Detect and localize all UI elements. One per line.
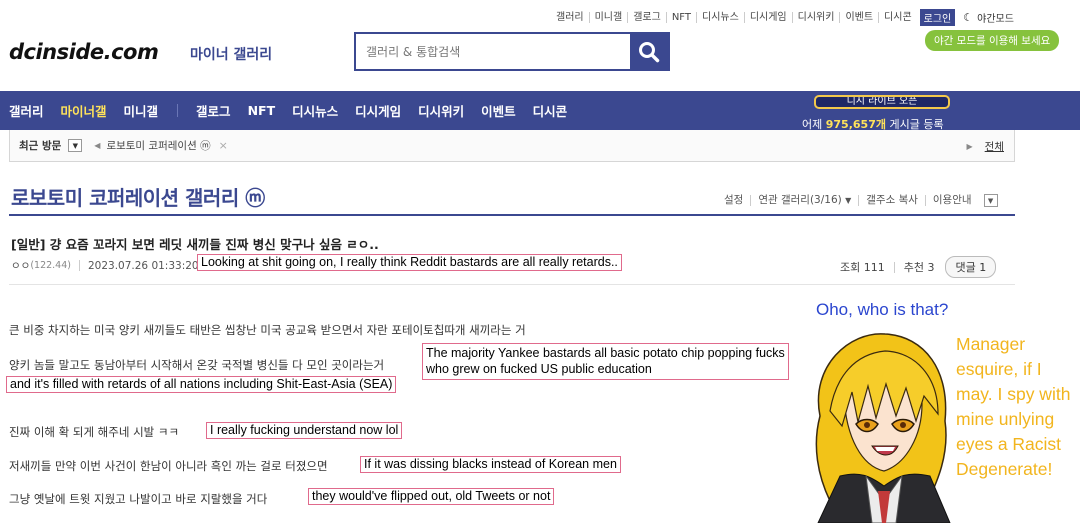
top-utility-links: 갤러리 미니갤 갤로그 NFT 디시뉴스 디시게임 디시위키 이벤트 디시콘 로… <box>556 9 1014 26</box>
gallery-tools: 설정 연관 갤러리(3/16) ▼ 갤주소 복사 이용안내 ▼ <box>724 194 998 207</box>
top-link-dcgame[interactable]: 디시게임 <box>745 12 793 23</box>
chevron-left-icon[interactable]: ◀ <box>94 141 100 150</box>
recent-visits-title: 최근 방문 <box>19 140 62 152</box>
translation-3: I really fucking understand now lol <box>206 422 403 439</box>
nav-mini-gallery[interactable]: 미니갤 <box>124 101 159 120</box>
overlay-manager-caption: Manager esquire, if I may. I spy with mi… <box>956 334 1071 479</box>
translation-title: Looking at shit going on, I really think… <box>197 254 622 271</box>
meta-divider <box>78 260 80 271</box>
caret-down-icon: ▼ <box>845 196 852 205</box>
post-author[interactable]: ㅇㅇ <box>11 258 30 273</box>
post-title: [일반] 걍 요즘 꼬라지 보면 레딧 새끼들 진짜 병신 맞구나 싶음 ㄹㅇ.… <box>11 237 379 252</box>
nav-divider <box>177 104 179 117</box>
post-body-line-2: 양키 놈들 말고도 동남아부터 시작해서 온갖 국적별 병신들 다 모인 곳이라… <box>9 358 385 372</box>
recent-visits-bar: 최근 방문 ▼ ◀ 로보토미 코퍼레이션 ⓜ × ▶ 전체 <box>9 130 1015 162</box>
nav-dcgame[interactable]: 디시게임 <box>355 101 401 120</box>
post-count-prefix: 어제 <box>802 118 826 130</box>
chevron-down-icon: ▼ <box>72 141 78 150</box>
nav-minor-gallery[interactable]: 마이너갤 <box>61 101 107 120</box>
comment-count-button[interactable]: 댓글 1 <box>945 256 997 278</box>
search-icon <box>639 41 660 62</box>
chevron-right-icon[interactable]: ▶ <box>967 142 973 151</box>
search-button[interactable] <box>630 34 668 69</box>
search-input[interactable] <box>356 34 630 69</box>
night-mode-button[interactable]: 야간모드 <box>977 10 1014 25</box>
top-link-dccon[interactable]: 디시콘 <box>879 12 917 23</box>
post-body-line-4: 저새끼들 만약 이번 사건이 한남이 아니라 흑인 까는 걸로 터졌으면 <box>9 459 328 473</box>
chevron-down-icon: ▼ <box>987 196 994 205</box>
post-views: 조회 111 <box>840 261 895 273</box>
nav-dcnews[interactable]: 디시뉴스 <box>292 101 338 120</box>
post-count-suffix: 게시글 등록 <box>885 118 944 130</box>
site-logo[interactable]: dcinside.com <box>9 40 159 64</box>
gallery-tools-dropdown[interactable]: ▼ <box>983 194 998 207</box>
nav-dcwiki[interactable]: 디시위키 <box>418 101 464 120</box>
search-box <box>354 32 670 71</box>
post-recommend-count: 추천 3 <box>903 260 935 274</box>
top-link-dcwiki[interactable]: 디시위키 <box>793 12 841 23</box>
top-link-nft[interactable]: NFT <box>667 12 697 23</box>
login-button[interactable]: 로그인 <box>919 9 956 26</box>
minor-gallery-logo[interactable]: 마이너 갤러리 <box>190 44 272 64</box>
top-link-gallery[interactable]: 갤러리 <box>556 12 590 23</box>
moon-icon[interactable]: ☾ <box>963 11 973 24</box>
translation-1: The majority Yankee bastards all basic p… <box>422 343 789 380</box>
recent-visits-dropdown[interactable]: ▼ <box>68 139 83 152</box>
night-mode-tooltip: 야간 모드를 이용해 보세요 <box>925 30 1060 51</box>
nav-event[interactable]: 이벤트 <box>481 101 516 120</box>
top-link-dcnews[interactable]: 디시뉴스 <box>697 12 745 23</box>
recent-visit-item[interactable]: 로보토미 코퍼레이션 ⓜ <box>106 138 210 153</box>
post-stats: 조회 111 추천 3 댓글 1 <box>840 256 997 278</box>
post-body-line-5: 그냥 옛날에 트윗 지웠고 나발이고 바로 지랄했을 거다 <box>9 492 268 506</box>
close-icon[interactable]: × <box>219 139 228 152</box>
copy-gallery-url-link[interactable]: 갤주소 복사 <box>859 195 926 206</box>
gallery-settings-link[interactable]: 설정 <box>724 195 752 206</box>
translation-5: they would've flipped out, old Tweets or… <box>308 488 555 505</box>
post-date: 2023.07.26 01:33:20 <box>87 259 199 272</box>
related-galleries-label: 연관 갤러리(3/16) <box>758 194 842 206</box>
gallery-header-divider <box>9 214 1015 216</box>
post-body-line-3: 진짜 이해 확 되게 해주네 시발 ㅋㅋ <box>9 425 180 439</box>
recent-visits-all-link[interactable]: 전체 <box>985 139 1004 154</box>
nav-dccon[interactable]: 디시콘 <box>533 101 568 120</box>
top-link-event[interactable]: 이벤트 <box>840 12 880 23</box>
anime-character-illustration <box>815 333 951 523</box>
nav-gallery[interactable]: 갤러리 <box>9 101 44 120</box>
gallery-title[interactable]: 로보토미 코퍼레이션 갤러리 ⓜ <box>11 182 265 211</box>
translation-1-line-2: who grew on fucked US public education <box>426 362 652 376</box>
top-link-gallog[interactable]: 갤로그 <box>628 12 667 23</box>
nav-gallog[interactable]: 갤로그 <box>196 101 231 120</box>
main-navbar: 갤러리 마이너갤 미니갤 갤로그 NFT 디시뉴스 디시게임 디시위키 이벤트 … <box>0 91 1080 130</box>
nav-nft[interactable]: NFT <box>248 103 276 118</box>
post-body-line-1: 큰 비중 차지하는 미국 양키 새끼들도 태반은 씹창난 미국 공교육 받으면서… <box>9 323 526 337</box>
post-count-ticker: 어제 975,657개 게시글 등록 <box>802 118 944 130</box>
overlay-oho-caption: Oho, who is that? <box>816 300 949 319</box>
post-meta-divider <box>9 284 1015 285</box>
post-count-value: 975,657개 <box>825 118 886 130</box>
top-link-minigal[interactable]: 미니갤 <box>590 12 629 23</box>
translation-4: If it was dissing blacks instead of Kore… <box>360 456 621 473</box>
translation-1-line-1: The majority Yankee bastards all basic p… <box>426 346 785 360</box>
related-galleries-link[interactable]: 연관 갤러리(3/16) ▼ <box>751 194 860 206</box>
usage-guide-link[interactable]: 이용안내 <box>926 195 979 206</box>
post-author-ip: (122.44) <box>30 260 71 271</box>
post-meta: ㅇㅇ (122.44) 2023.07.26 01:33:20 <box>11 258 199 273</box>
nav-promo-banner[interactable]: 디시 라이브 오픈 <box>814 95 950 109</box>
translation-2: and it's filled with retards of all nati… <box>6 376 397 393</box>
